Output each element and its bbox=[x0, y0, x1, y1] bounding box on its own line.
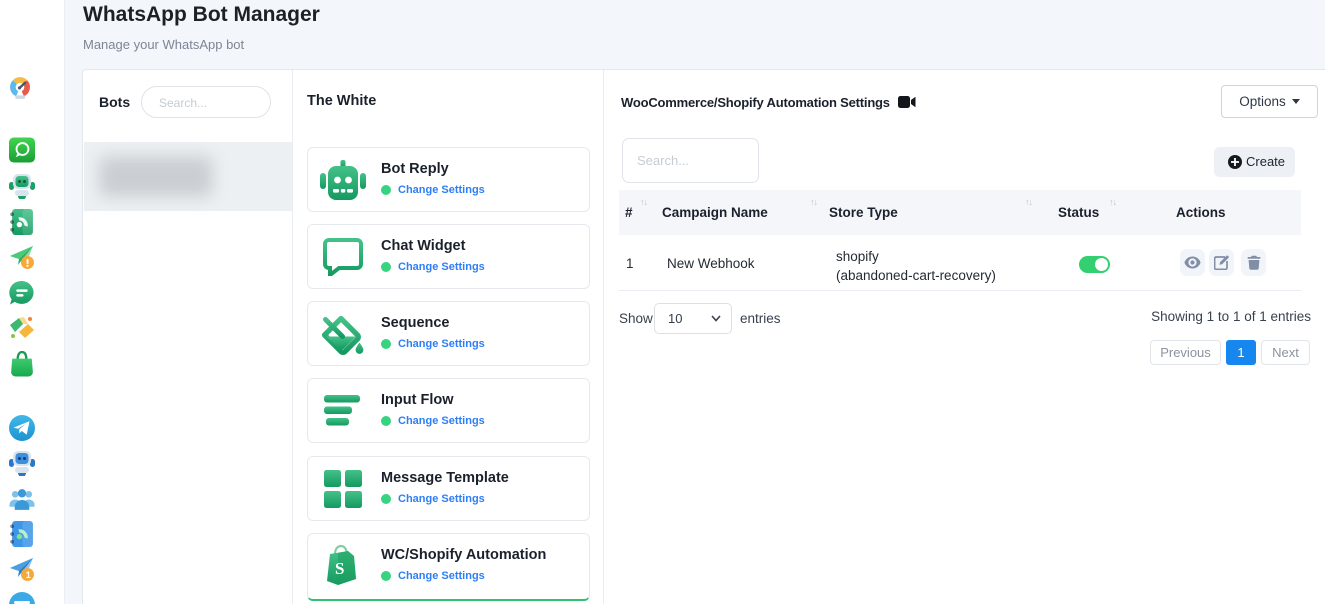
svg-text:1: 1 bbox=[26, 570, 31, 580]
svg-text:S: S bbox=[335, 559, 344, 578]
